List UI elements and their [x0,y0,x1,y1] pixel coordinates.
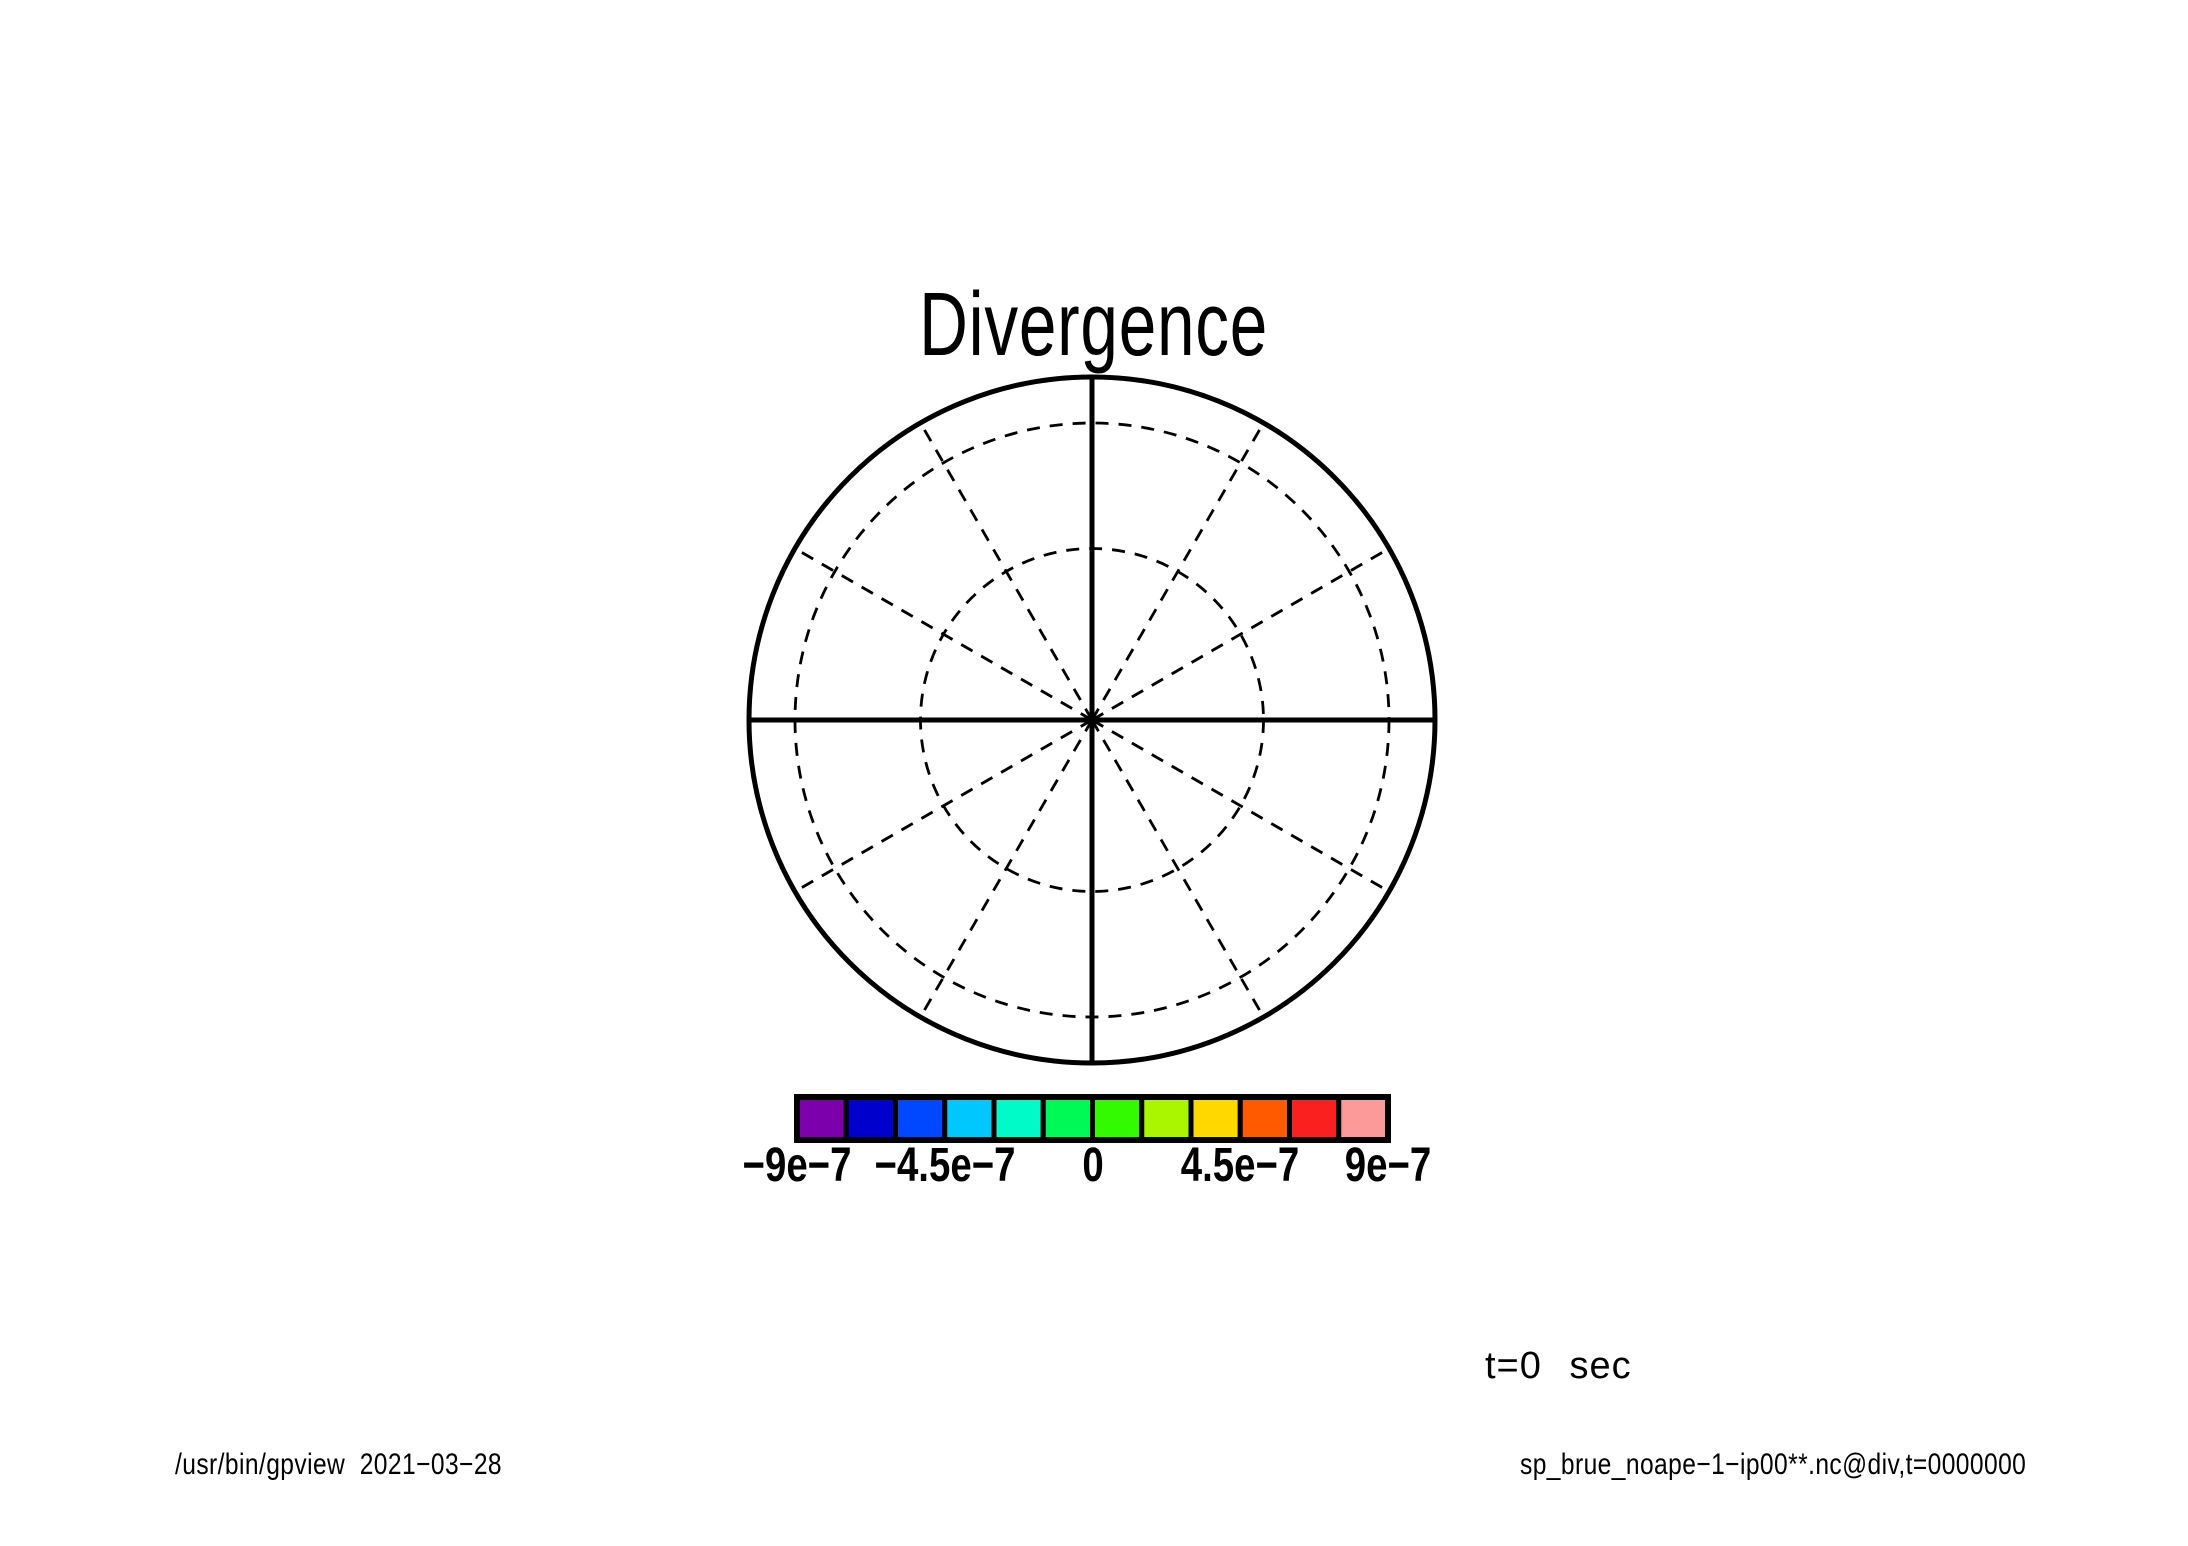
time-label: t=0 sec [1485,1347,1632,1385]
colorbar-tick-label-0: 0 [1082,1142,1103,1190]
colorbar-cell [1191,1097,1240,1140]
gpview-plot-page: Divergence [0,0,2188,1546]
colorbar-cell [1339,1097,1388,1140]
footer-data-source: sp_brue_noape−1−ip00**.nc@div,t=0000000 [1520,1450,2026,1480]
colorbar [797,1097,1388,1140]
meridian-line-150deg [795,549,1092,721]
meridian-line-60deg [1092,423,1264,720]
colorbar-cell [1093,1097,1142,1140]
colorbar-tick-label-4.5e-7: 4.5e−7 [1181,1142,1300,1190]
colorbar-cell [1240,1097,1289,1140]
meridian-line-300deg [1092,720,1264,1017]
meridian-line-240deg [921,720,1093,1017]
colorbar-cell [1043,1097,1092,1140]
colorbar-cell [945,1097,994,1140]
footer-command-and-date: /usr/bin/gpview 2021−03−28 [175,1450,502,1480]
colorbar-cell [1142,1097,1191,1140]
colorbar-cell [1290,1097,1339,1140]
colorbar-tick-label-neg9e-7: −9e−7 [743,1142,852,1190]
meridian-line-210deg [795,720,1092,892]
colorbar-cell [994,1097,1043,1140]
meridian-line-120deg [921,423,1093,720]
colorbar-tick-label-9e-7: 9e−7 [1345,1142,1432,1190]
polar-plot [0,0,2188,1546]
colorbar-tick-label-neg4.5e-7: −4.5e−7 [874,1142,1015,1190]
colorbar-cell [896,1097,945,1140]
meridian-line-330deg [1092,720,1389,892]
colorbar-cell [797,1097,846,1140]
colorbar-cell [846,1097,895,1140]
meridian-line-30deg [1092,549,1389,721]
